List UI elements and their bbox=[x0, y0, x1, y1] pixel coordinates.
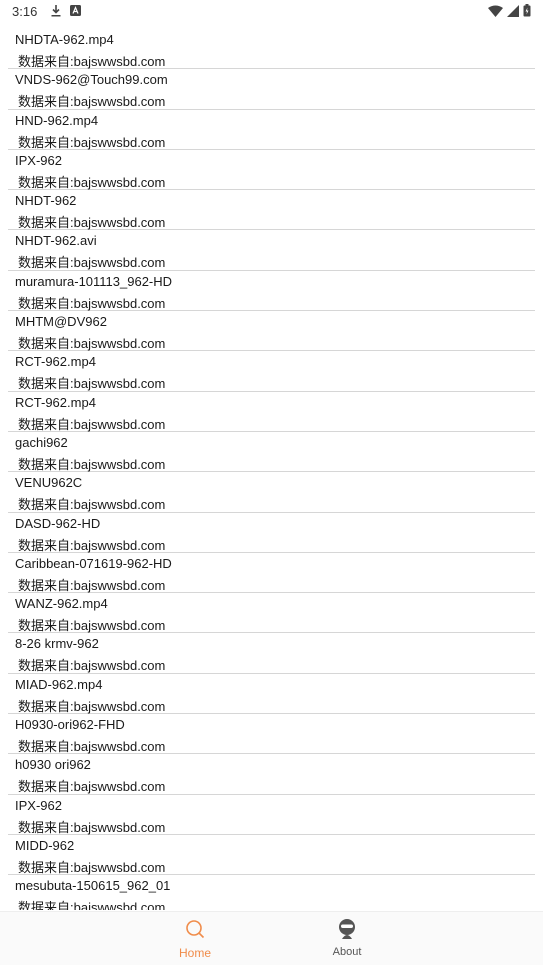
item-title: RCT-962.mp4 bbox=[15, 354, 96, 370]
item-source: 数据来自:bajswwsbd.com bbox=[18, 416, 166, 432]
list-item[interactable]: 8-26 krmv-962 数据来自:bajswwsbd.com bbox=[8, 633, 535, 674]
item-title: MIAD-962.mp4 bbox=[15, 676, 103, 692]
item-source: 数据来自:bajswwsbd.com bbox=[18, 295, 166, 311]
item-source: 数据来自:bajswwsbd.com bbox=[18, 174, 166, 190]
item-source: 数据来自:bajswwsbd.com bbox=[18, 456, 166, 472]
list-item[interactable]: IPX-962 数据来自:bajswwsbd.com bbox=[8, 150, 535, 191]
profile-icon bbox=[302, 918, 392, 942]
item-source: 数据来自:bajswwsbd.com bbox=[18, 618, 166, 634]
item-title: DASD-962-HD bbox=[15, 515, 101, 531]
item-title: NHDTA-962.mp4 bbox=[15, 32, 114, 47]
item-source: 数据来自:bajswwsbd.com bbox=[18, 819, 166, 835]
list-item[interactable]: HND-962.mp4 数据来自:bajswwsbd.com bbox=[8, 110, 535, 150]
result-list[interactable]: NHDTA-962.mp4 数据来自:bajswwsbd.com VNDS-96… bbox=[0, 29, 543, 910]
item-source: 数据来自:bajswwsbd.com bbox=[18, 537, 166, 553]
list-item[interactable]: WANZ-962.mp4 数据来自:bajswwsbd.com bbox=[8, 593, 535, 634]
download-icon bbox=[50, 4, 62, 17]
list-item[interactable]: H0930-ori962-FHD 数据来自:bajswwsbd.com bbox=[8, 714, 535, 755]
item-source: 数据来自:bajswwsbd.com bbox=[18, 698, 166, 714]
list-item[interactable]: VNDS-962@Touch99.com 数据来自:bajswwsbd.com bbox=[8, 69, 535, 110]
item-title: VNDS-962@Touch99.com bbox=[15, 72, 168, 88]
item-source: 数据来自:bajswwsbd.com bbox=[18, 497, 166, 513]
list-item[interactable]: MIAD-962.mp4 数据来自:bajswwsbd.com bbox=[8, 674, 535, 715]
item-source: 数据来自:bajswwsbd.com bbox=[18, 859, 166, 875]
item-source: 数据来自:bajswwsbd.com bbox=[18, 94, 166, 110]
status-time: 3:16 bbox=[12, 4, 38, 19]
list-item[interactable]: RCT-962.mp4 数据来自:bajswwsbd.com bbox=[8, 351, 535, 392]
item-source: 数据来自:bajswwsbd.com bbox=[18, 376, 166, 392]
status-left-icons bbox=[50, 4, 81, 17]
item-title: NHDT-962.avi bbox=[15, 233, 97, 249]
list-item[interactable]: h0930 ori962 数据来自:bajswwsbd.com bbox=[8, 754, 535, 795]
bottom-nav: Home About bbox=[0, 911, 543, 965]
item-source: 数据来自:bajswwsbd.com bbox=[18, 54, 166, 69]
status-right-icons bbox=[488, 4, 531, 17]
nav-about-button[interactable]: About bbox=[302, 918, 392, 964]
item-title: VENU962C bbox=[15, 475, 83, 491]
list-item[interactable]: MIDD-962 数据来自:bajswwsbd.com bbox=[8, 835, 535, 876]
wifi-icon bbox=[488, 5, 503, 17]
signal-icon bbox=[507, 4, 519, 17]
list-item[interactable]: IPX-962 数据来自:bajswwsbd.com bbox=[8, 795, 535, 835]
item-source: 数据来自:bajswwsbd.com bbox=[18, 134, 166, 150]
item-title: H0930-ori962-FHD bbox=[15, 717, 125, 733]
status-bar: 3:16 bbox=[0, 0, 543, 24]
item-title: IPX-962 bbox=[15, 152, 62, 168]
list-item[interactable]: VENU962C 数据来自:bajswwsbd.com bbox=[8, 472, 535, 513]
list-item[interactable]: DASD-962-HD 数据来自:bajswwsbd.com bbox=[8, 513, 535, 553]
item-title: Caribbean-071619-962-HD bbox=[15, 555, 172, 571]
item-source: 数据来自:bajswwsbd.com bbox=[18, 336, 166, 352]
item-source: 数据来自:bajswwsbd.com bbox=[18, 577, 166, 593]
list-item[interactable]: gachi962 数据来自:bajswwsbd.com bbox=[8, 432, 535, 473]
list-item[interactable]: NHDT-962 数据来自:bajswwsbd.com bbox=[8, 190, 535, 231]
app-screen: 3:16 NHDTA-962.mp4 数据来自:bajswwsbd.com VN… bbox=[0, 0, 543, 965]
list-item[interactable]: NHDTA-962.mp4 数据来自:bajswwsbd.com bbox=[8, 29, 535, 70]
item-title: RCT-962.mp4 bbox=[15, 394, 96, 410]
item-title: 8-26 krmv-962 bbox=[15, 636, 99, 652]
list-item[interactable]: NHDT-962.avi 数据来自:bajswwsbd.com bbox=[8, 230, 535, 271]
list-item[interactable]: RCT-962.mp4 数据来自:bajswwsbd.com bbox=[8, 392, 535, 432]
item-source: 数据来自:bajswwsbd.com bbox=[18, 739, 166, 755]
item-title: HND-962.mp4 bbox=[15, 112, 99, 128]
item-title: muramura-101113_962-HD bbox=[15, 273, 173, 289]
item-title: gachi962 bbox=[15, 434, 68, 450]
item-title: WANZ-962.mp4 bbox=[15, 596, 108, 612]
item-source: 数据来自:bajswwsbd.com bbox=[18, 779, 166, 795]
item-source: 数据来自:bajswwsbd.com bbox=[18, 255, 166, 271]
item-title: mesubuta-150615_962_01 bbox=[15, 878, 171, 894]
item-source: 数据来自:bajswwsbd.com bbox=[18, 215, 166, 231]
item-title: NHDT-962 bbox=[15, 193, 77, 209]
item-source: 数据来自:bajswwsbd.com bbox=[18, 658, 166, 674]
item-source: 数据来自:bajswwsbd.com bbox=[18, 900, 166, 910]
search-icon bbox=[150, 918, 240, 942]
battery-icon bbox=[523, 4, 531, 17]
item-title: MIDD-962 bbox=[15, 837, 75, 853]
nav-home-button[interactable]: Home bbox=[150, 918, 240, 964]
a-badge-icon bbox=[70, 5, 81, 16]
item-title: h0930 ori962 bbox=[15, 757, 91, 773]
list-item[interactable]: MHTM@DV962 数据来自:bajswwsbd.com bbox=[8, 311, 535, 352]
nav-about-label: About bbox=[332, 946, 362, 958]
list-item[interactable]: mesubuta-150615_962_01 数据来自:bajswwsbd.co… bbox=[8, 875, 535, 910]
list-item[interactable]: Caribbean-071619-962-HD 数据来自:bajswwsbd.c… bbox=[8, 553, 535, 594]
item-title: IPX-962 bbox=[15, 797, 62, 813]
item-title: MHTM@DV962 bbox=[15, 314, 107, 330]
nav-home-label: Home bbox=[178, 946, 211, 960]
list-item[interactable]: muramura-101113_962-HD 数据来自:bajswwsbd.co… bbox=[8, 271, 535, 312]
